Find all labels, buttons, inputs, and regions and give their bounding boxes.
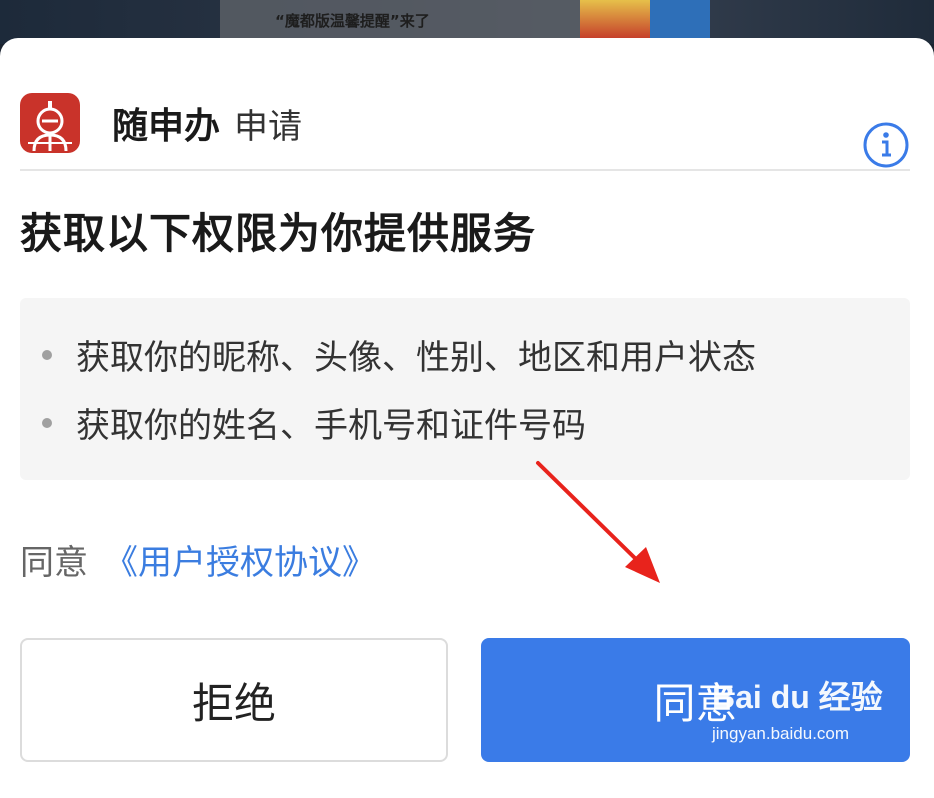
list-item: 获取你的姓名、手机号和证件号码: [42, 398, 586, 447]
reject-button-label: 拒绝: [191, 678, 276, 728]
baidu-watermark: Bai du 经验 jingyan.baidu.com: [712, 672, 883, 744]
watermark-url: jingyan.baidu.com: [712, 724, 850, 743]
bullet-icon: [42, 349, 52, 360]
red-arrow-annotation: [536, 461, 660, 583]
header-divider: [20, 169, 910, 171]
watermark-brand: Bai du 经验: [712, 679, 883, 715]
app-action-label: 申请: [234, 106, 303, 147]
app-name: 随申办: [112, 106, 221, 147]
background-banner-text: “魔都版温馨提醒”来了: [275, 12, 430, 30]
bullet-icon: [42, 417, 52, 428]
agreement-line: 同意 《用户授权协议》: [20, 535, 376, 584]
permission-text: 获取你的姓名、手机号和证件号码: [76, 406, 586, 446]
permission-title: 获取以下权限为你提供服务: [20, 209, 537, 258]
permission-list: 获取你的昵称、头像、性别、地区和用户状态 获取你的姓名、手机号和证件号码: [20, 298, 910, 480]
list-item: 获取你的昵称、头像、性别、地区和用户状态: [42, 330, 756, 379]
permission-text: 获取你的昵称、头像、性别、地区和用户状态: [76, 338, 756, 378]
background-thumbnail-2: [650, 0, 710, 40]
background-thumbnail: [580, 0, 650, 40]
info-icon[interactable]: [862, 121, 910, 169]
agree-prefix: 同意: [20, 543, 88, 583]
reject-button[interactable]: 拒绝: [20, 638, 448, 762]
dialog-header: 随申办 申请: [20, 78, 910, 168]
app-logo-icon: [20, 93, 80, 153]
agreement-link[interactable]: 《用户授权协议》: [104, 543, 376, 583]
